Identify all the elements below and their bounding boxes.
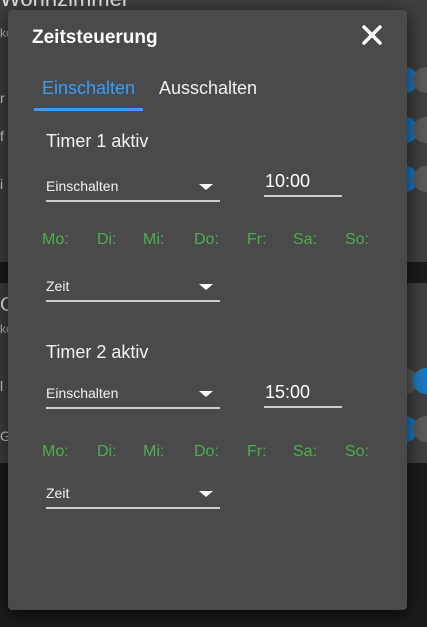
background-fragment: l	[0, 378, 4, 394]
timer-2-action-select[interactable]: Einschalten	[46, 383, 220, 409]
timer-1-action-select[interactable]: Einschalten	[46, 176, 220, 202]
day-di[interactable]: Di:	[97, 443, 117, 461]
day-so[interactable]: So:	[345, 231, 369, 249]
timer-1-mode-value: Zeit	[46, 278, 70, 294]
day-fr[interactable]: Fr:	[247, 231, 267, 249]
timer-2-mode-value: Zeit	[46, 485, 70, 501]
day-mo[interactable]: Mo:	[42, 231, 69, 249]
day-mo[interactable]: Mo:	[42, 443, 69, 461]
timer-2-mode-select[interactable]: Zeit	[46, 483, 220, 509]
day-mi[interactable]: Mi:	[143, 231, 164, 249]
chevron-down-icon	[199, 491, 213, 497]
timer-dialog: Zeitsteuerung Einschalten Ausschalten Ti…	[8, 10, 407, 610]
timer-1-time-value: 10:00	[265, 171, 311, 191]
timer-1-action-value: Einschalten	[46, 178, 119, 194]
chevron-down-icon	[199, 284, 213, 290]
tab-einschalten[interactable]: Einschalten	[34, 78, 144, 111]
day-sa[interactable]: Sa:	[293, 231, 317, 249]
background-fragment: i	[0, 176, 4, 192]
day-di[interactable]: Di:	[97, 231, 117, 249]
day-fr[interactable]: Fr:	[247, 443, 267, 461]
timer-2-days: Mo: Di: Mi: Do: Fr: Sa: So:	[42, 443, 392, 465]
day-so[interactable]: So:	[345, 443, 369, 461]
day-do[interactable]: Do:	[194, 231, 219, 249]
day-mi[interactable]: Mi:	[143, 443, 164, 461]
timer-2-action-value: Einschalten	[46, 385, 119, 401]
timer-1-time-input[interactable]: 10:00	[264, 171, 342, 197]
day-do[interactable]: Do:	[194, 443, 219, 461]
timer-2-time-value: 15:00	[265, 382, 311, 402]
timer-2-label: Timer 2 aktiv	[46, 342, 149, 362]
dialog-title: Zeitsteuerung	[32, 27, 158, 48]
background-fragment: f	[0, 128, 4, 144]
chevron-down-icon	[199, 391, 213, 397]
tab-ausschalten[interactable]: Ausschalten	[159, 78, 257, 108]
day-sa[interactable]: Sa:	[293, 443, 317, 461]
timer-2-time-input[interactable]: 15:00	[264, 382, 342, 408]
timer-1-label: Timer 1 aktiv	[46, 131, 149, 151]
background-fragment: r	[0, 90, 5, 106]
close-icon[interactable]	[357, 20, 387, 50]
timer-1-days: Mo: Di: Mi: Do: Fr: Sa: So:	[42, 231, 392, 253]
chevron-down-icon	[199, 184, 213, 190]
timer-1-mode-select[interactable]: Zeit	[46, 276, 220, 302]
